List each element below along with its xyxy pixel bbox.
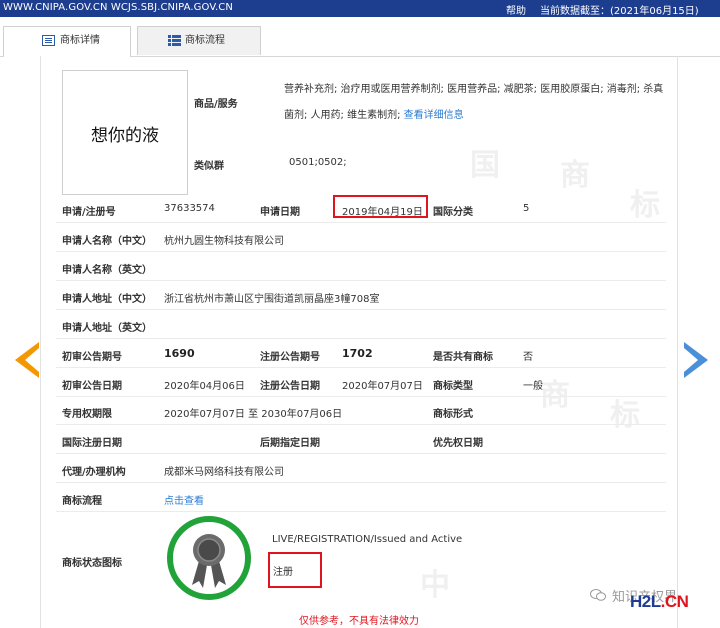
- tab-trademark-detail[interactable]: 商标详情: [3, 26, 131, 57]
- reg-pub-no-label: 注册公告期号: [260, 352, 320, 363]
- site-domains: WWW.CNIPA.GOV.CN WCJS.SBJ.CNIPA.GOV.CN: [3, 2, 233, 13]
- row-divider: [56, 222, 666, 223]
- goods-services-text: 营养补充剂; 治疗用或医用营养制剂; 医用营养品; 减肥茶; 医用胶原蛋白; 消…: [284, 84, 664, 121]
- tab-trademark-flow[interactable]: 商标流程: [137, 26, 261, 55]
- applicant-cn-value: 杭州九圆生物科技有限公司: [164, 236, 284, 247]
- exclusive-period-value: 2020年07月07日 至 2030年07月06日: [164, 409, 343, 420]
- later-date-label: 后期指定日期: [260, 438, 320, 449]
- tab-label: 商标详情: [60, 35, 100, 46]
- intl-class-value: 5: [523, 203, 530, 214]
- tab-label: 商标流程: [185, 35, 225, 46]
- reg-pub-date-value: 2020年07月07日: [342, 381, 423, 392]
- next-arrow-cutout: [684, 348, 698, 372]
- grid-list-icon: [168, 35, 181, 46]
- prelim-date-value: 2020年04月06日: [164, 381, 245, 392]
- row-divider: [56, 280, 666, 281]
- app-date-label: 申请日期: [260, 207, 300, 218]
- list-icon: [42, 35, 55, 46]
- trademark-image-text: 想你的液: [91, 126, 159, 146]
- prelim-no-label: 初审公告期号: [62, 352, 122, 363]
- view-flow-link[interactable]: 点击查看: [164, 492, 204, 507]
- row-divider: [56, 309, 666, 310]
- row-divider: [56, 424, 666, 425]
- registered-seal-icon: [167, 516, 251, 600]
- shared-mark-value: 否: [523, 352, 533, 363]
- row-divider: [56, 396, 666, 397]
- brand-h2l: H2L: [630, 592, 661, 611]
- goods-services-label: 商品/服务: [194, 99, 238, 110]
- site-brand-watermark: H2L.CN: [630, 592, 689, 612]
- shared-mark-label: 是否共有商标: [433, 352, 493, 363]
- similar-group-label: 类似群: [194, 161, 224, 172]
- agent-value: 成都米马网络科技有限公司: [164, 467, 284, 478]
- reg-pub-date-label: 注册公告日期: [260, 381, 320, 392]
- help-link[interactable]: 帮助: [506, 2, 526, 17]
- applicant-en-label: 申请人名称（英文）: [62, 265, 152, 276]
- reg-no-label: 申请/注册号: [62, 207, 116, 218]
- status-en-text: LIVE/REGISTRATION/Issued and Active: [272, 534, 463, 545]
- row-divider: [56, 482, 666, 483]
- view-details-link[interactable]: 查看详细信息: [404, 110, 464, 121]
- address-cn-label: 申请人地址（中文）: [62, 294, 152, 305]
- prelim-no-value: 1690: [164, 347, 195, 360]
- applicant-cn-label: 申请人名称（中文）: [62, 236, 152, 247]
- row-divider: [56, 453, 666, 454]
- reg-no-value: 37633574: [164, 203, 215, 214]
- intl-class-label: 国际分类: [433, 207, 473, 218]
- exclusive-period-label: 专用权期限: [62, 409, 112, 420]
- row-divider: [56, 251, 666, 252]
- top-bar: WWW.CNIPA.GOV.CN WCJS.SBJ.CNIPA.GOV.CN 帮…: [0, 0, 720, 17]
- previous-arrow-cutout: [25, 348, 39, 372]
- brand-cn: .CN: [660, 592, 689, 611]
- similar-group-value: 0501;0502;: [289, 157, 347, 168]
- wechat-icon: [590, 589, 606, 601]
- intl-reg-date-label: 国际注册日期: [62, 438, 122, 449]
- address-cn-value: 浙江省杭州市萧山区宁围街道凯丽晶座3幢708室: [164, 294, 380, 305]
- mark-type-label: 商标类型: [433, 381, 473, 392]
- status-icon-label: 商标状态图标: [62, 558, 122, 569]
- agent-label: 代理/办理机构: [62, 467, 126, 478]
- row-divider: [56, 338, 666, 339]
- trademark-flow-label: 商标流程: [62, 496, 102, 507]
- prelim-date-label: 初审公告日期: [62, 381, 122, 392]
- highlight-box: [333, 195, 428, 218]
- data-date-status: 当前数据截至：(2021年06月15日): [540, 6, 699, 17]
- priority-date-label: 优先权日期: [433, 438, 483, 449]
- row-divider: [56, 367, 666, 368]
- highlight-box: [268, 552, 322, 588]
- trademark-image: 想你的液: [62, 70, 188, 195]
- mark-form-label: 商标形式: [433, 409, 473, 420]
- tab-bar: 商标详情 商标流程: [0, 17, 720, 57]
- goods-services-value: 营养补充剂; 治疗用或医用营养制剂; 医用营养品; 减肥茶; 医用胶原蛋白; 消…: [284, 77, 664, 129]
- row-divider: [56, 511, 666, 512]
- mark-type-value: 一般: [523, 381, 543, 392]
- reg-pub-no-value: 1702: [342, 347, 373, 360]
- address-en-label: 申请人地址（英文）: [62, 323, 152, 334]
- reference-only-note: 仅供参考，不具有法律效力: [299, 616, 419, 627]
